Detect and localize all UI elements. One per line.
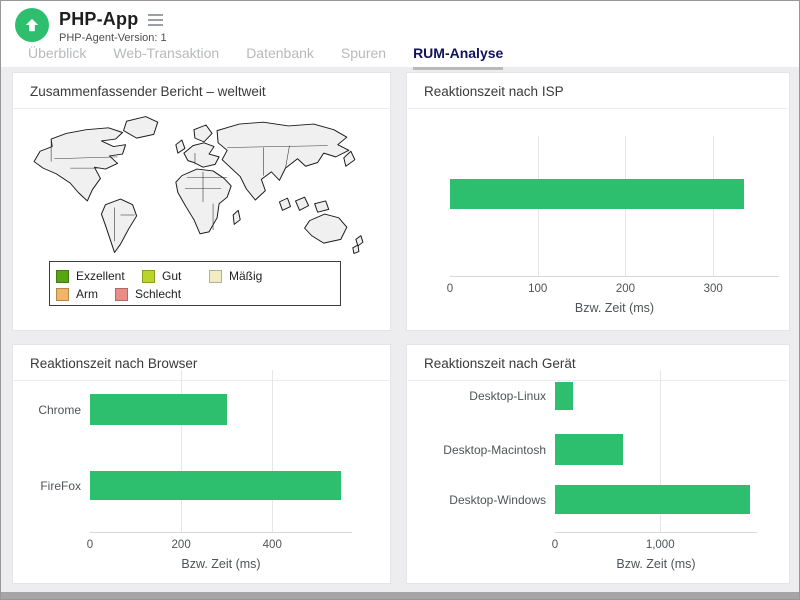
app-logo: [15, 8, 49, 42]
app-window: PHP-App PHP-Agent-Version: 1 Überblick W…: [0, 0, 800, 600]
legend-swatch-exzellent: [56, 269, 69, 283]
legend-item-arm: Arm: [56, 285, 111, 303]
app-title: PHP-App: [59, 9, 139, 29]
x-axis-title: Bzw. Zeit (ms): [616, 557, 696, 571]
bar-Desktop-Macintosh[interactable]: [555, 434, 624, 465]
up-arrow-icon: [25, 18, 39, 32]
panel-title: Reaktionszeit nach ISP: [424, 84, 564, 99]
tab-spuren[interactable]: Spuren: [341, 45, 386, 70]
world-map-svg: [33, 116, 364, 254]
axis-tick-label: 1,000: [645, 539, 675, 551]
tab-ueberblick[interactable]: Überblick: [28, 45, 86, 70]
panel-response-time-isp: Reaktionszeit nach ISP 0 100 200 300 Bzw. Ze…: [406, 72, 790, 331]
axis-tick-label: 0: [446, 283, 454, 295]
axis-tick-label: 0: [86, 539, 94, 551]
axis-tick-label: 100: [528, 283, 548, 295]
bar-Chrome[interactable]: [90, 394, 227, 425]
axis-tick-label: 200: [171, 539, 191, 551]
world-map: [26, 110, 378, 260]
axis-tick-label: 200: [615, 283, 636, 295]
legend-item-exzellent: Exzellent: [56, 267, 138, 285]
isp-bar-chart: 0 100 200 300 Bzw. Zeit (ms): [447, 136, 779, 315]
tab-rum-analyse[interactable]: RUM-Analyse: [413, 45, 504, 70]
bar-Desktop-Windows[interactable]: [555, 485, 750, 514]
legend-swatch-arm: [56, 287, 69, 301]
legend-swatch-maessig: [209, 269, 222, 283]
category-label: Chrome: [38, 402, 81, 417]
axis-tick-label: 400: [262, 539, 282, 551]
category-label: Desktop-Windows: [449, 492, 546, 507]
x-axis-title: Bzw. Zeit (ms): [181, 557, 261, 571]
legend-item-maessig: Mäßig: [209, 267, 285, 285]
legend-item-gut: Gut: [142, 267, 205, 285]
bar-isp[interactable]: [450, 179, 744, 209]
device-bar-chart: Desktop-Linux Desktop-Macintosh Desktop-Wi…: [443, 370, 757, 571]
x-axis-title: Bzw. Zeit (ms): [574, 301, 655, 315]
axis-tick-label: 0: [551, 539, 559, 551]
legend-item-schlecht: Schlecht: [115, 285, 181, 303]
bar-Desktop-Linux[interactable]: [555, 382, 573, 410]
gridline: [272, 370, 274, 532]
panel-title: Zusammenfassender Bericht – weltweit: [30, 84, 266, 99]
hamburger-icon[interactable]: [148, 11, 164, 29]
tab-datenbank[interactable]: Datenbank: [246, 45, 314, 70]
legend-swatch-gut: [142, 269, 155, 283]
category-label: Desktop-Macintosh: [443, 442, 546, 457]
panel-response-time-device: Reaktionszeit nach Gerät Desktop-Linux De…: [406, 344, 790, 584]
panel-summary-worldwide: Zusammenfassender Bericht – weltweit Exz…: [12, 72, 391, 331]
header: PHP-App PHP-Agent-Version: 1 Überblick W…: [1, 1, 799, 70]
window-bottom-edge: [1, 592, 799, 599]
axis-tick-label: 300: [703, 283, 723, 295]
category-label: FireFox: [40, 478, 81, 493]
browser-bar-chart: Chrome FireFox 0 200 400 Bzw. Zeit (ms): [38, 370, 352, 571]
bar-FireFox[interactable]: [90, 471, 341, 500]
legend-swatch-schlecht: [115, 287, 128, 301]
tab-bar: Überblick Web-Transaktion Datenbank Spur…: [28, 45, 504, 70]
map-legend: Exzellent Gut Mäßig Arm Schlecht: [49, 261, 341, 306]
agent-version-label: PHP-Agent-Version: 1: [59, 32, 167, 44]
panel-response-time-browser: Reaktionszeit nach Browser Chrome FireFox…: [12, 344, 391, 584]
category-label: Desktop-Linux: [469, 389, 546, 403]
tab-web-transaktion[interactable]: Web-Transaktion: [113, 45, 219, 70]
